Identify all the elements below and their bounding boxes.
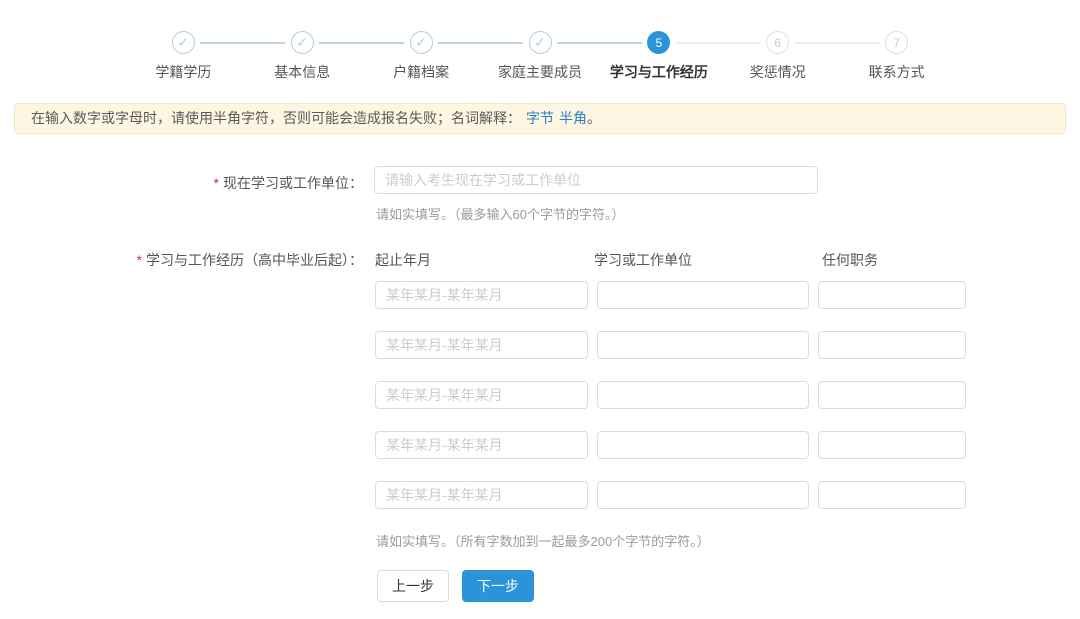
- step-label: 家庭主要成员: [498, 64, 582, 80]
- step-label: 户籍档案: [393, 64, 450, 80]
- experience-row: [375, 381, 966, 409]
- required-asterisk: *: [136, 252, 142, 268]
- step-2-done[interactable]: ✓ 基本信息: [243, 31, 405, 82]
- experience-position-input[interactable]: [818, 381, 966, 409]
- step-check-icon: ✓: [171, 31, 195, 54]
- experience-row: [375, 431, 966, 459]
- step-number-badge: 7: [885, 31, 909, 54]
- experience-helper: 请如实填写。（所有字数加到一起最多200个字节的字符。）: [376, 534, 710, 549]
- notice-link-byte[interactable]: 字节: [526, 110, 554, 126]
- step-label: 联系方式: [868, 64, 925, 80]
- notice-text: 在输入数字或字母时，请使用半角字符，否则可能会造成报名失败；名词解释：: [31, 110, 521, 126]
- experience-unit-input[interactable]: [597, 381, 809, 409]
- step-label: 学籍学历: [155, 64, 212, 80]
- step-3-done[interactable]: ✓ 户籍档案: [362, 31, 523, 82]
- notice-bar: 在输入数字或字母时，请使用半角字符，否则可能会造成报名失败；名词解释： 字节 半角。: [14, 103, 1066, 134]
- step-check-icon: ✓: [290, 31, 314, 54]
- notice-text-end: 。: [587, 110, 601, 126]
- step-connector: [319, 42, 405, 44]
- required-asterisk: *: [213, 175, 219, 191]
- step-check-icon: ✓: [528, 31, 552, 54]
- step-number-badge: 5: [647, 31, 671, 54]
- column-header-period: 起止年月: [375, 252, 431, 268]
- step-connector: [557, 42, 642, 44]
- step-number-badge: 6: [766, 31, 790, 54]
- step-7-todo: 7 联系方式: [837, 31, 956, 82]
- experience-label-text: 学习与工作经历（高中毕业后起）：: [146, 252, 363, 268]
- experience-position-input[interactable]: [818, 481, 966, 509]
- stepper: ✓ 学籍学历 ✓ 基本信息 ✓ 户籍档案 ✓ 家庭主要成员 5 学习与工作经历 6 奖惩情况 7 联系方式: [124, 31, 956, 82]
- step-connector: [200, 42, 286, 44]
- current-unit-label: * 现在学习或工作单位：: [0, 173, 363, 193]
- experience-unit-input[interactable]: [597, 481, 809, 509]
- wizard-buttons: 上一步 下一步: [377, 570, 534, 602]
- current-unit-input[interactable]: [374, 166, 818, 194]
- experience-period-input[interactable]: [375, 331, 588, 359]
- prev-step-button[interactable]: 上一步: [377, 570, 449, 602]
- notice-link-halfwidth[interactable]: 半角: [559, 110, 587, 126]
- experience-period-input[interactable]: [375, 281, 588, 309]
- step-1-done[interactable]: ✓ 学籍学历: [124, 31, 286, 82]
- step-connector: [675, 42, 761, 44]
- column-header-position: 任何职务: [822, 252, 878, 268]
- step-6-todo: 6 奖惩情况: [718, 31, 880, 82]
- step-5-active: 5 学习与工作经历: [599, 31, 761, 82]
- column-header-unit: 学习或工作单位: [594, 252, 692, 268]
- experience-period-input[interactable]: [375, 431, 588, 459]
- experience-rows: [375, 281, 966, 531]
- step-label: 奖惩情况: [749, 64, 806, 80]
- experience-unit-input[interactable]: [597, 281, 809, 309]
- current-unit-helper: 请如实填写。（最多输入60个字节的字符。）: [376, 207, 625, 222]
- step-4-done[interactable]: ✓ 家庭主要成员: [481, 31, 642, 82]
- experience-position-input[interactable]: [818, 431, 966, 459]
- current-unit-label-text: 现在学习或工作单位：: [223, 175, 363, 191]
- step-label: 基本信息: [274, 64, 331, 80]
- step-label: 学习与工作经历: [609, 64, 708, 80]
- experience-row: [375, 281, 966, 309]
- experience-position-input[interactable]: [818, 281, 966, 309]
- experience-row: [375, 331, 966, 359]
- experience-period-input[interactable]: [375, 381, 588, 409]
- experience-unit-input[interactable]: [597, 431, 809, 459]
- experience-period-input[interactable]: [375, 481, 588, 509]
- experience-row: [375, 481, 966, 509]
- next-step-button[interactable]: 下一步: [462, 570, 534, 602]
- step-check-icon: ✓: [409, 31, 433, 54]
- experience-position-input[interactable]: [818, 331, 966, 359]
- step-connector: [438, 42, 523, 44]
- experience-label: * 学习与工作经历（高中毕业后起）：: [0, 250, 363, 270]
- experience-unit-input[interactable]: [597, 331, 809, 359]
- step-connector: [794, 42, 880, 44]
